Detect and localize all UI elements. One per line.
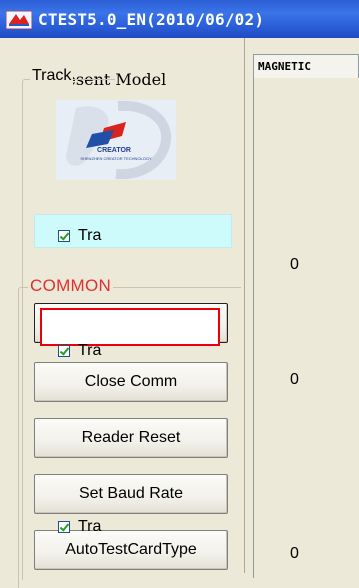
- checkbox-checked-icon: [58, 345, 70, 357]
- track-1-label: Tra: [78, 227, 102, 244]
- track-2-value: 0: [290, 371, 299, 388]
- window-title: CTEST5.0_EN(2010/06/02): [38, 10, 265, 29]
- track-3-label: Tra: [78, 518, 102, 535]
- tab-magnetic[interactable]: MAGNETIC: [253, 54, 359, 78]
- checkbox-checked-icon: [58, 521, 70, 533]
- tab-body: [253, 78, 359, 578]
- right-panel: MAGNETIC: [245, 38, 359, 578]
- track-groupbox: [22, 79, 115, 580]
- checkbox-checked-icon: [58, 230, 70, 242]
- track-group-label: Track: [30, 67, 74, 85]
- title-bar[interactable]: CTEST5.0_EN(2010/06/02): [0, 0, 359, 38]
- tab-magnetic-label: MAGNETIC: [258, 60, 311, 73]
- track-1-value: 0: [290, 256, 299, 273]
- app-icon: [6, 11, 32, 29]
- track-2-label: Tra: [78, 342, 102, 359]
- track-3-value: 0: [290, 545, 299, 562]
